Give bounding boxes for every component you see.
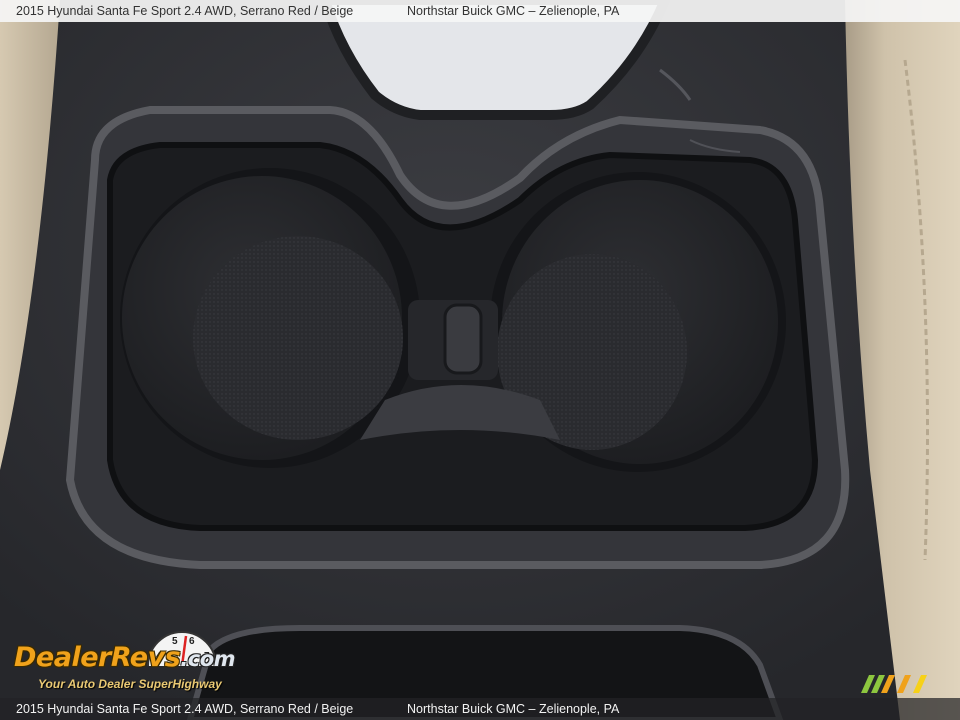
dealer-caption-bottom: Northstar Buick GMC – Zelienople, PA xyxy=(407,702,620,716)
dealer-caption: Northstar Buick GMC – Zelienople, PA xyxy=(407,4,620,18)
dealerrevs-watermark: 4 5 6 7 DealerRevs.com Your Auto Dealer … xyxy=(12,624,264,696)
vehicle-caption: 2015 Hyundai Santa Fe Sport 2.4 AWD, Ser… xyxy=(16,4,354,18)
watermark-tagline: Your Auto Dealer SuperHighway xyxy=(38,677,222,691)
vehicle-caption-bottom: 2015 Hyundai Santa Fe Sport 2.4 AWD, Ser… xyxy=(16,702,354,716)
watermark-brand: DealerRevs.com xyxy=(14,642,236,673)
corner-logo-icon xyxy=(861,675,927,693)
photo-frame: 2015 Hyundai Santa Fe Sport 2.4 AWD, Ser… xyxy=(0,0,960,720)
cupholder-photo xyxy=(0,0,960,720)
caption-bar-top: 2015 Hyundai Santa Fe Sport 2.4 AWD, Ser… xyxy=(0,0,960,22)
brand-main: DealerRevs xyxy=(14,642,181,673)
brand-suffix: .com xyxy=(180,647,236,671)
caption-bar-bottom: 2015 Hyundai Santa Fe Sport 2.4 AWD, Ser… xyxy=(0,698,960,720)
